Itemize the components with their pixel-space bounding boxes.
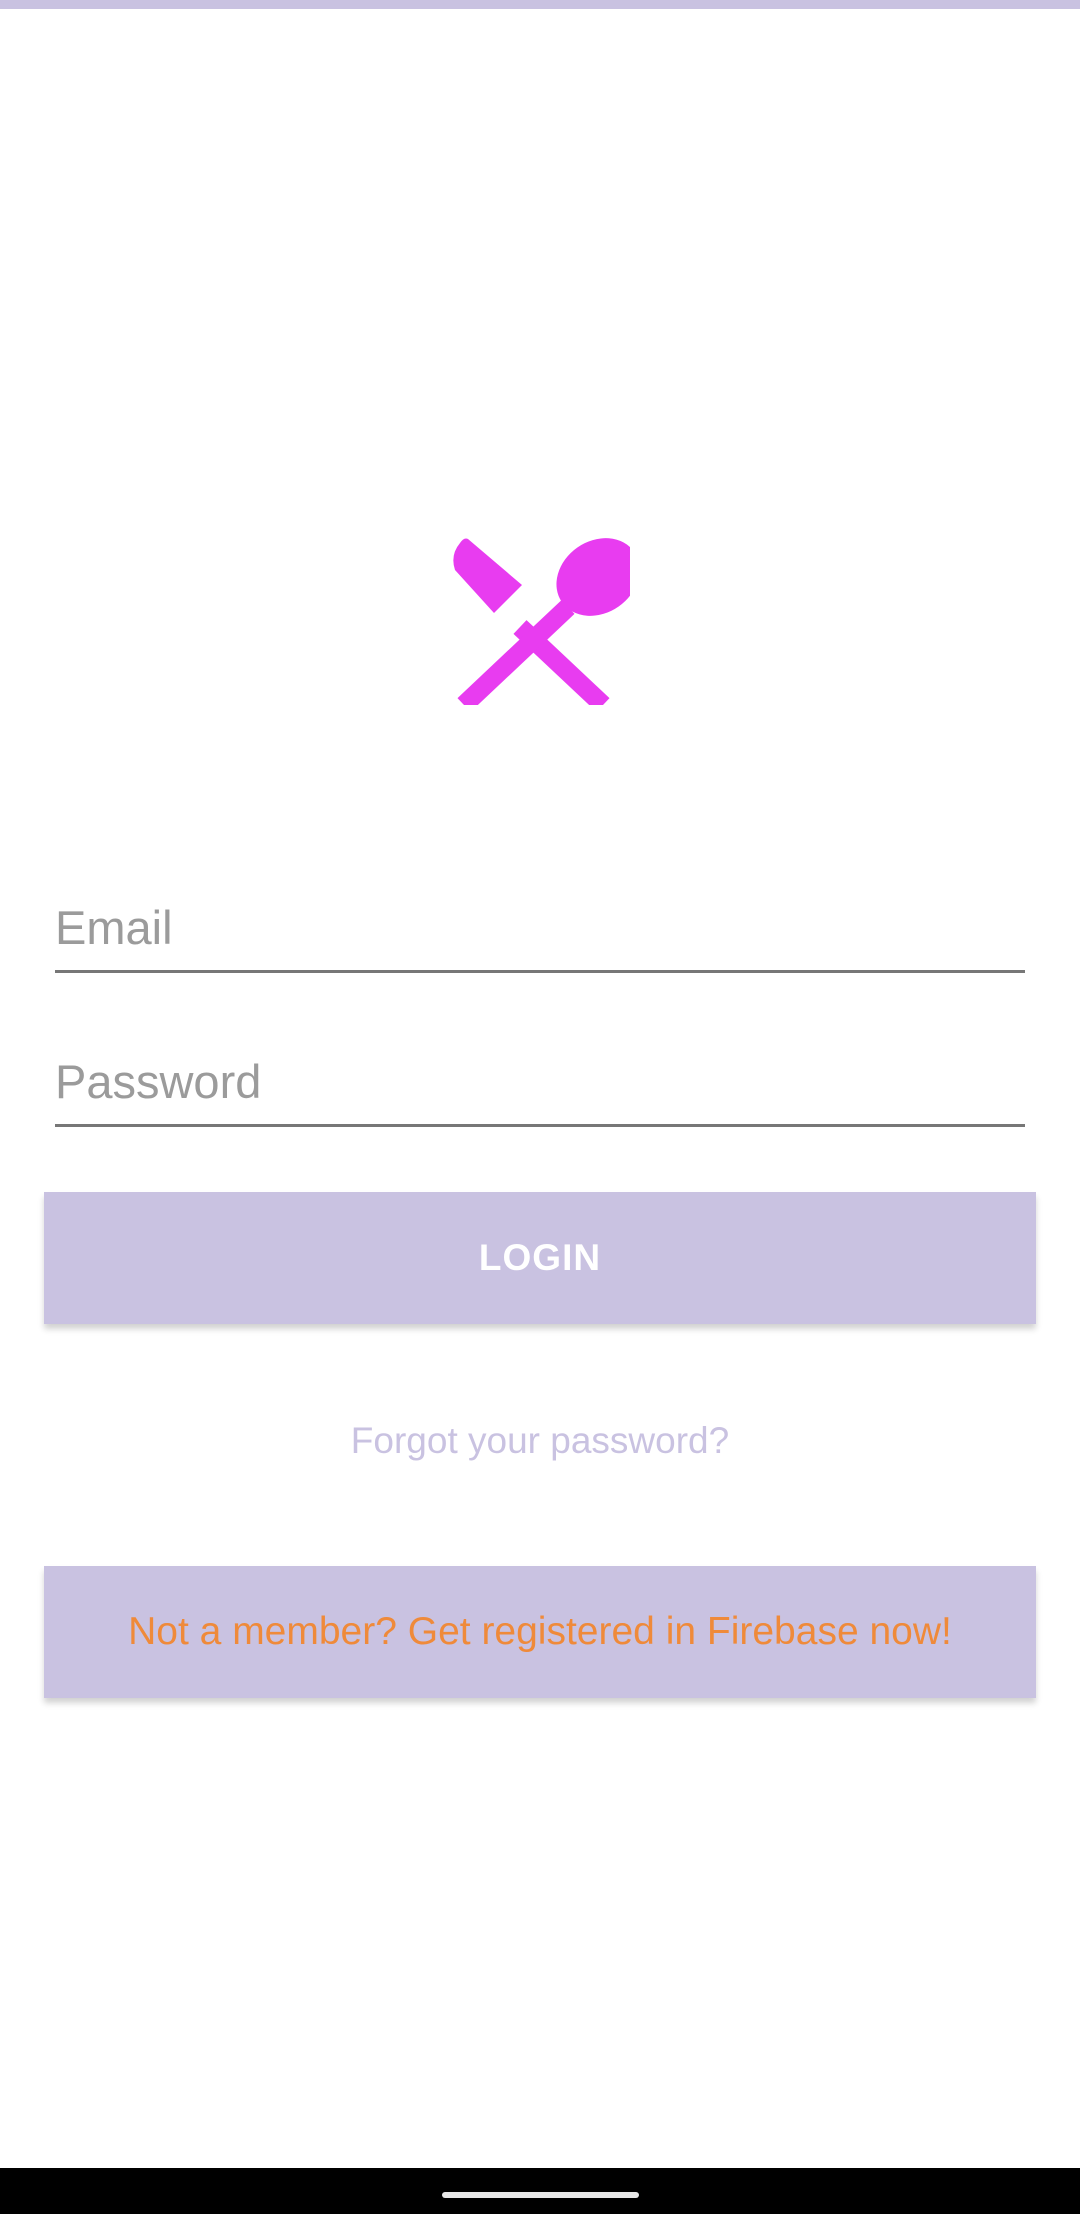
fork-spoon-icon xyxy=(453,538,630,705)
email-input[interactable] xyxy=(55,893,1025,970)
password-field[interactable] xyxy=(55,1047,1025,1127)
password-input[interactable] xyxy=(55,1047,1025,1124)
login-button[interactable]: LOGIN xyxy=(44,1192,1036,1324)
email-field[interactable] xyxy=(55,893,1025,973)
home-gesture-pill[interactable] xyxy=(442,2192,639,2198)
register-button[interactable]: Not a member? Get registered in Firebase… xyxy=(44,1566,1036,1698)
forgot-password-link[interactable]: Forgot your password? xyxy=(0,1420,1080,1462)
status-bar-strip xyxy=(0,0,1080,9)
system-navigation-bar xyxy=(0,2168,1080,2214)
restaurant-logo xyxy=(450,535,630,705)
